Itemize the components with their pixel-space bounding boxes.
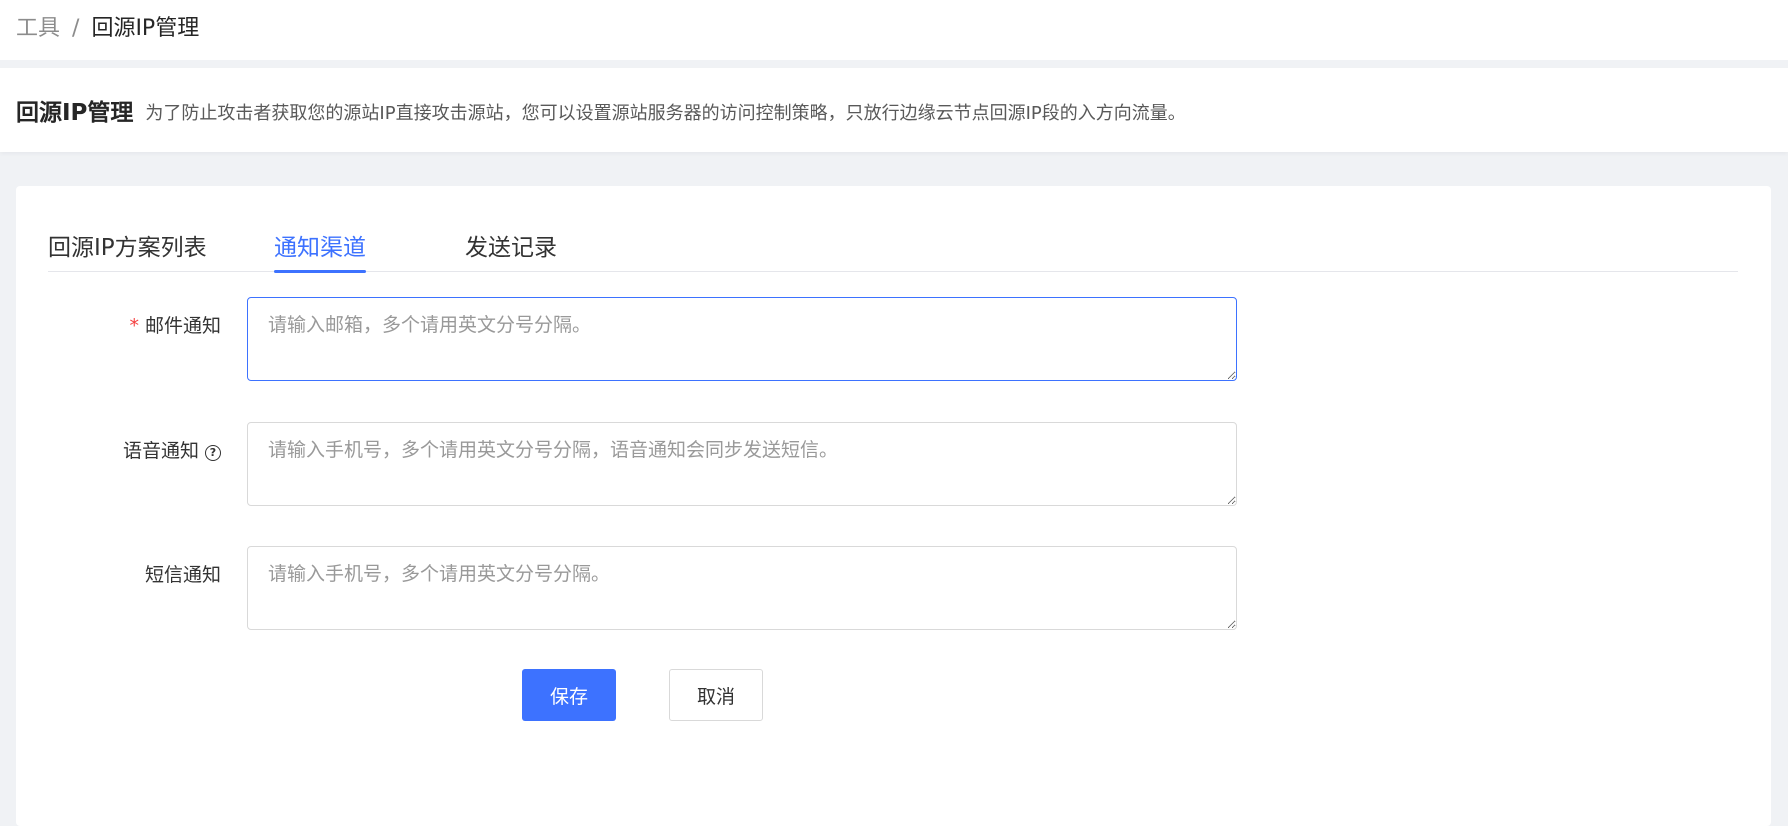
tab-send-records[interactable]: 发送记录 [465,224,557,272]
voice-label: 语音通知? [123,436,221,463]
breadcrumb-separator: / [72,16,80,41]
sms-input[interactable] [247,546,1237,630]
required-mark: * [129,315,139,337]
cancel-button[interactable]: 取消 [669,669,763,721]
breadcrumb-parent-link[interactable]: 工具 [16,16,60,41]
page-header: 回源IP管理 为了防止攻击者获取您的源站IP直接攻击源站，您可以设置源站服务器的… [0,68,1788,152]
content-card: 回源IP方案列表 通知渠道 发送记录 *邮件通知 语音通知? 短信通知 保存 取… [16,186,1771,826]
breadcrumb-current: 回源IP管理 [91,16,200,41]
breadcrumb: 工具 / 回源IP管理 [0,0,1788,60]
sms-label-text: 短信通知 [144,564,221,586]
voice-input[interactable] [247,422,1237,506]
tab-notification-channel[interactable]: 通知渠道 [274,224,366,273]
email-label: * 邮件通知 [129,311,221,338]
save-button[interactable]: 保存 [522,669,616,721]
email-input[interactable] [247,297,1237,381]
tab-origin-ip-plan-list[interactable]: 回源IP方案列表 [48,224,207,272]
sms-label: 短信通知 [145,560,221,587]
email-label-text: 邮件通知 [144,315,221,337]
tab-bar: 回源IP方案列表 通知渠道 发送记录 [48,224,1738,273]
page-title: 回源IP管理 [16,100,134,126]
question-circle-icon[interactable]: ? [205,445,221,461]
voice-label-text: 语音通知 [122,440,199,462]
page-description: 为了防止攻击者获取您的源站IP直接攻击源站，您可以设置源站服务器的访问控制策略，… [145,102,1186,124]
